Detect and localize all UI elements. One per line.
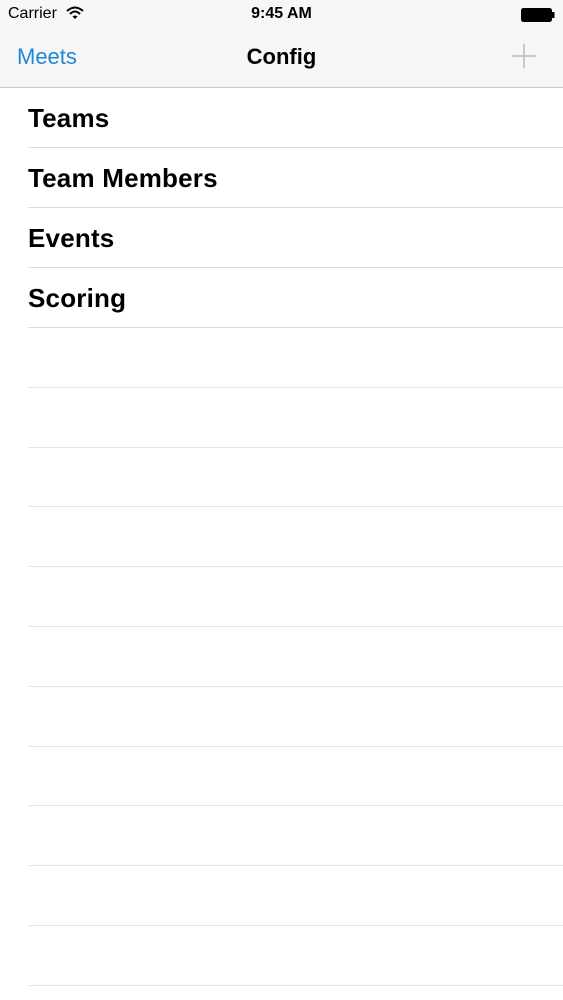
empty-row [0,328,563,388]
config-table: Teams Team Members Events Scoring [0,88,563,986]
empty-row [0,926,563,986]
empty-row [0,806,563,866]
list-item-label: Events [28,223,115,253]
empty-row [0,747,563,807]
list-item-events[interactable]: Events [0,208,563,268]
empty-row [0,627,563,687]
status-time: 9:45 AM [251,5,312,22]
empty-row [0,866,563,926]
empty-row [0,567,563,627]
battery-full-icon [521,8,555,22]
status-bar: Carrier 9:45 AM [0,0,563,30]
list-item-label: Team Members [28,163,218,193]
list-item-label: Scoring [28,283,127,313]
page-title: Config [246,44,317,69]
plus-icon[interactable] [510,42,538,70]
empty-row [0,388,563,448]
empty-row [0,448,563,508]
list-item-scoring[interactable]: Scoring [0,268,563,328]
list-item-label: Teams [28,103,110,133]
list-item-team-members[interactable]: Team Members [0,148,563,208]
empty-row [0,507,563,567]
navigation-bar: Meets Config [0,30,563,87]
empty-row [0,687,563,747]
list-item-teams[interactable]: Teams [0,88,563,148]
top-bar: Carrier 9:45 AM Meets Config [0,0,563,88]
